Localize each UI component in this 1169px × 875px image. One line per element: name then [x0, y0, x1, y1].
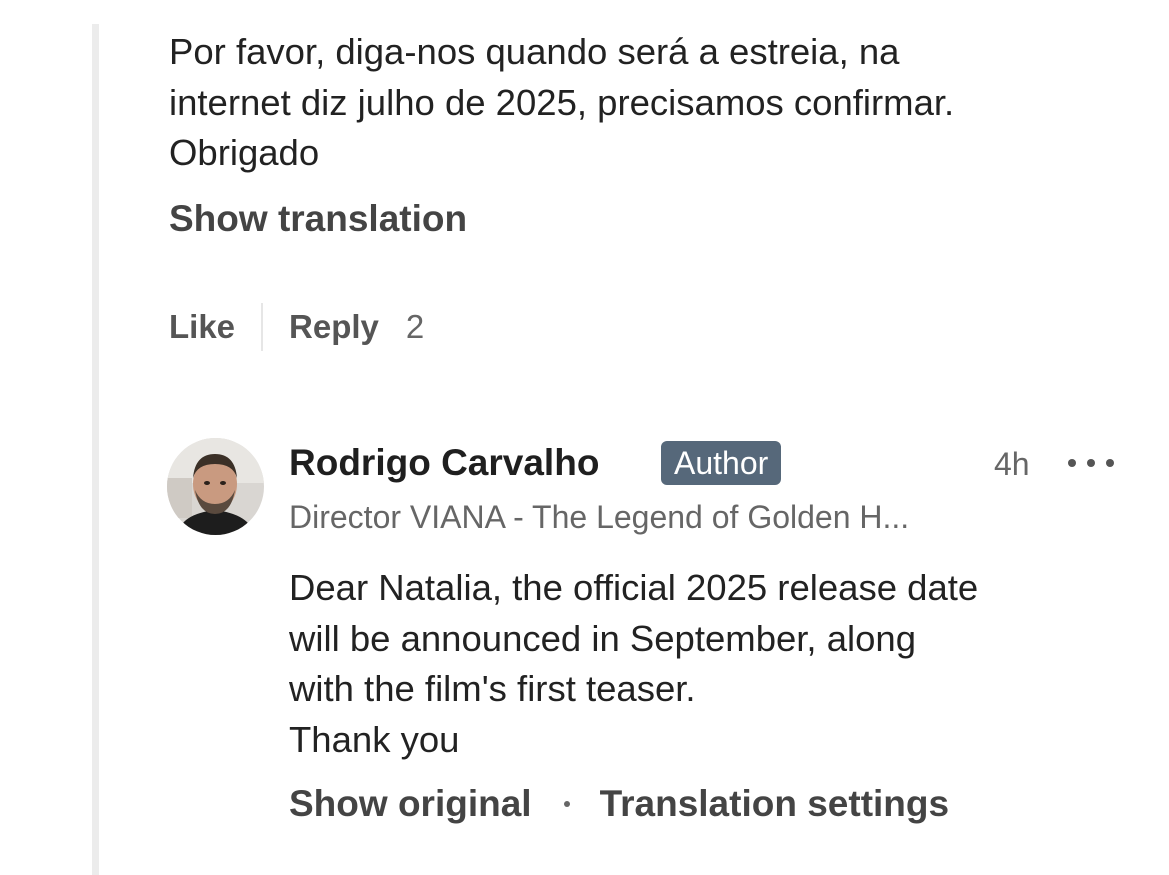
- comment-line: internet diz julho de 2025, precisamos c…: [169, 81, 955, 123]
- translation-settings-link[interactable]: Translation settings: [600, 782, 950, 826]
- reply-line: with the film's first teaser.: [289, 668, 696, 709]
- show-translation-link[interactable]: Show translation: [169, 197, 467, 241]
- reply-line: Dear Natalia, the official 2025 release …: [289, 567, 979, 608]
- action-divider: [261, 303, 264, 351]
- separator-dot: [563, 801, 570, 807]
- more-options-button[interactable]: [1068, 448, 1114, 478]
- ellipsis-icon: [1106, 459, 1114, 467]
- reply-button[interactable]: Reply: [289, 308, 379, 346]
- author-badge: Author: [661, 441, 782, 485]
- reply-count: 2: [405, 308, 425, 345]
- reply-line: Thank you: [289, 718, 460, 760]
- timestamp: 4h: [994, 446, 1030, 482]
- ellipsis-icon: [1087, 459, 1095, 467]
- avatar-photo: [167, 438, 264, 535]
- reply-line: will be announced in September, along: [289, 617, 917, 659]
- reply-translation-links: Show original Translation settings: [289, 782, 949, 826]
- like-button[interactable]: Like: [169, 308, 235, 346]
- comment-body: Por favor, diga-nos quando será a estrei…: [169, 27, 1159, 179]
- author-headline: Director VIANA - The Legend of Golden H.…: [289, 499, 910, 535]
- comment-line: Obrigado: [169, 132, 320, 173]
- comment-actions: Like Reply 2: [169, 302, 424, 352]
- thread-line: [92, 24, 99, 875]
- comment-line: Por favor, diga-nos quando será a estrei…: [169, 31, 900, 72]
- reply-body: Dear Natalia, the official 2025 release …: [289, 563, 1159, 765]
- show-original-link[interactable]: Show original: [289, 782, 532, 826]
- author-name[interactable]: Rodrigo Carvalho: [289, 440, 599, 486]
- ellipsis-icon: [1068, 459, 1076, 467]
- avatar[interactable]: [167, 438, 264, 535]
